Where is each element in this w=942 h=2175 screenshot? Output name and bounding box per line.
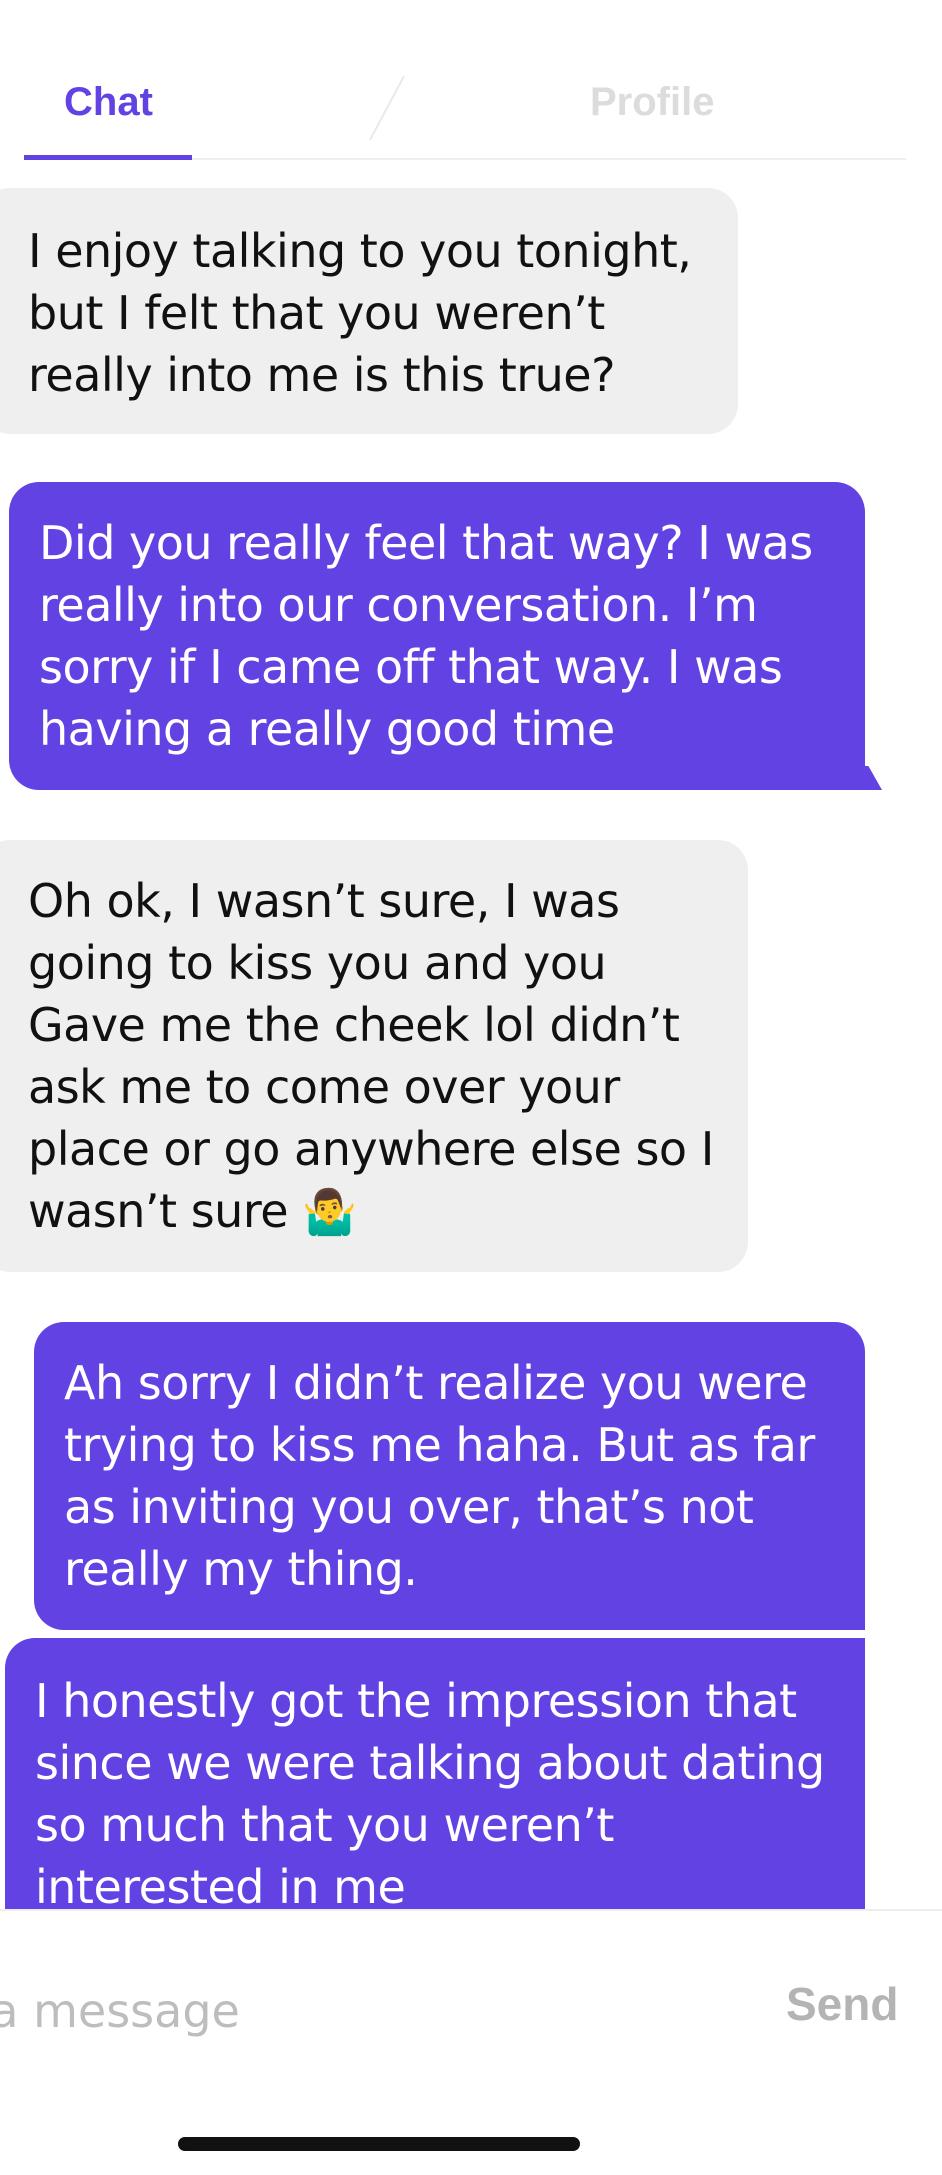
active-tab-indicator xyxy=(24,155,192,160)
message-list[interactable]: I enjoy talking to you tonight, but I fe… xyxy=(0,162,942,1909)
message-text: I enjoy talking to you tonight, but I fe… xyxy=(28,224,692,402)
send-button[interactable]: Send xyxy=(786,1977,898,2031)
home-indicator-icon[interactable] xyxy=(178,2137,580,2151)
message-text: Did you really feel that way? I was real… xyxy=(39,516,813,756)
message-bubble-sent: Did you really feel that way? I was real… xyxy=(9,482,865,790)
message-tail xyxy=(848,766,882,790)
message-input[interactable] xyxy=(0,1971,590,2051)
message-text: Oh ok, I wasn’t sure, I was going to kis… xyxy=(28,874,714,1238)
message-bubble-sent: Ah sorry I didn’t realize you were tryin… xyxy=(34,1322,865,1630)
message-bubble-sent: I honestly got the impression that since… xyxy=(5,1638,865,1909)
message-text: I honestly got the impression that since… xyxy=(35,1674,825,1909)
message-bubble-received: Oh ok, I wasn’t sure, I was going to kis… xyxy=(0,840,748,1272)
message-text: Ah sorry I didn’t realize you were tryin… xyxy=(64,1356,815,1596)
tab-bar: Chat Profile xyxy=(24,0,906,160)
message-composer: Send xyxy=(0,1909,942,2175)
message-bubble-received: I enjoy talking to you tonight, but I fe… xyxy=(0,188,738,434)
tab-chat[interactable]: Chat xyxy=(64,78,153,126)
tab-profile[interactable]: Profile xyxy=(590,78,714,126)
tab-divider xyxy=(369,75,405,141)
shrug-emoji-icon: 🤷‍♂️ xyxy=(302,1187,357,1238)
chat-screen: Chat Profile I enjoy talking to you toni… xyxy=(0,0,942,2175)
